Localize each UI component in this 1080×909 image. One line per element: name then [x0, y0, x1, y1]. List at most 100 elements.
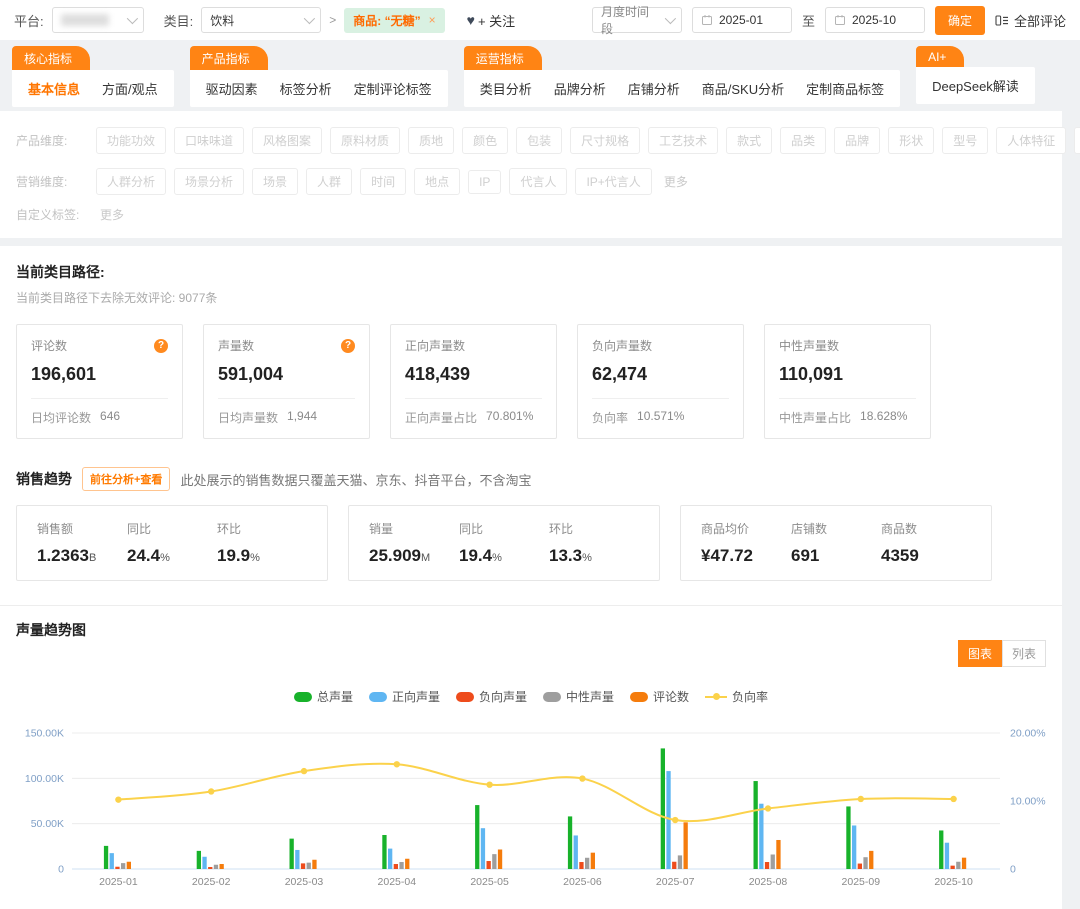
follow-button[interactable]: ♥ + 关注 — [467, 11, 516, 30]
svg-text:2025-01: 2025-01 — [99, 876, 138, 888]
legend-item-neutral[interactable]: 中性声量 — [543, 688, 614, 705]
metric-value: 110,091 — [779, 364, 916, 399]
legend-item-negative-rate[interactable]: 负向率 — [705, 688, 768, 705]
filter-chip[interactable]: 工艺技术 — [648, 127, 718, 154]
metric-value: 418,439 — [405, 364, 542, 399]
main-panel: 当前类目路径: 当前类目路径下去除无效评论: 9077条 评论数 ? 196,6… — [0, 246, 1062, 909]
metric-value: 62,474 — [592, 364, 729, 399]
filter-chip[interactable]: 人体特征 — [996, 127, 1066, 154]
analytics-dashboard: 平台: 类目: 饮料 > 商品: “无糖” × ♥ + 关注 月度时间段 202… — [0, 0, 1080, 785]
legend-item-negative[interactable]: 负向声量 — [456, 688, 527, 705]
filter-chip[interactable]: 包装 — [516, 127, 562, 154]
metric-footer-label: 日均声量数 — [218, 409, 278, 426]
legend-item-comments[interactable]: 评论数 — [630, 688, 689, 705]
period-select[interactable]: 月度时间段 — [592, 7, 682, 33]
legend-item-positive[interactable]: 正向声量 — [369, 688, 440, 705]
tab-driving-factors[interactable]: 驱动因素 — [206, 79, 258, 98]
legend-item-total[interactable]: 总声量 — [294, 688, 353, 705]
sales-value: 691 — [791, 546, 819, 565]
date-to-input[interactable]: 2025-10 — [825, 7, 925, 33]
all-comments-button[interactable]: 全部评论 — [995, 11, 1066, 30]
svg-text:0: 0 — [1010, 864, 1016, 876]
sales-value: 4359 — [881, 546, 919, 565]
filter-chip[interactable]: 型号 — [942, 127, 988, 154]
confirm-button[interactable]: 确定 — [935, 6, 985, 35]
sales-card-revenue: 销售额 1.2363B 同比 24.4% 环比 19.9% — [16, 505, 328, 581]
filter-chip[interactable]: 代言人 — [509, 168, 567, 195]
filter-chip[interactable]: 原料材质 — [330, 127, 400, 154]
metric-title: 正向声量数 — [405, 337, 465, 354]
sales-label: 同比 — [127, 520, 217, 537]
heart-icon: ♥ — [467, 12, 475, 28]
filter-chip[interactable]: 场景分析 — [174, 168, 244, 195]
filter-chip[interactable]: IP — [468, 170, 501, 194]
keyword-tag-label: 商品: “无糖” — [353, 12, 420, 29]
sales-value: 1.2363 — [37, 546, 89, 565]
toggle-list-view[interactable]: 列表 — [1002, 640, 1046, 667]
filter-chip[interactable]: 尺寸规格 — [570, 127, 640, 154]
legend-label: 总声量 — [317, 688, 353, 705]
date-from-input[interactable]: 2025-01 — [692, 7, 792, 33]
tab-category-analysis[interactable]: 类目分析 — [480, 79, 532, 98]
sales-unit: % — [582, 552, 592, 564]
filter-chip[interactable]: 款式 — [726, 127, 772, 154]
help-icon[interactable]: ? — [154, 339, 168, 353]
filter-chip[interactable]: 地点 — [414, 168, 460, 195]
toggle-chart-view[interactable]: 图表 — [958, 640, 1002, 667]
filter-chip[interactable]: 美食 — [1074, 127, 1080, 154]
filter-chip[interactable]: 风格图案 — [252, 127, 322, 154]
tab-aspect-opinion[interactable]: 方面/观点 — [102, 79, 158, 98]
svg-text:50.00K: 50.00K — [31, 818, 64, 830]
nav-badge-ai: AI+ — [916, 46, 964, 67]
filter-chip[interactable]: 场景 — [252, 168, 298, 195]
category-path-title: 当前类目路径: — [16, 262, 1046, 282]
category-select[interactable]: 饮料 — [201, 7, 321, 33]
tab-label-analysis[interactable]: 标签分析 — [280, 79, 332, 98]
sales-card-units: 销量 25.909M 同比 19.4% 环比 13.3% — [348, 505, 660, 581]
svg-text:2025-02: 2025-02 — [192, 876, 231, 888]
filter-label: 产品维度: — [16, 132, 88, 149]
go-analyze-button[interactable]: 前往分析+查看 — [82, 467, 170, 491]
tab-sku-analysis[interactable]: 商品/SKU分析 — [702, 79, 784, 98]
date-to-label: 至 — [802, 11, 815, 30]
help-icon[interactable]: ? — [341, 339, 355, 353]
filter-row-product: 产品维度: 功能功效 口味味道 风格图案 原料材质 质地 颜色 包装 尺寸规格 … — [16, 123, 1046, 157]
filter-chip[interactable]: 品牌 — [834, 127, 880, 154]
tab-brand-analysis[interactable]: 品牌分析 — [554, 79, 606, 98]
filter-chip[interactable]: 形状 — [888, 127, 934, 154]
category-path-subtitle: 当前类目路径下去除无效评论: 9077条 — [16, 289, 1046, 306]
nav-badge-operation: 运营指标 — [464, 46, 542, 70]
close-icon[interactable]: × — [429, 13, 436, 27]
tab-deepseek[interactable]: DeepSeek解读 — [932, 76, 1019, 95]
volume-trend-chart: 150.00K100.00K50.00K020.00%10.00%02025-0… — [16, 721, 1046, 893]
filter-chip[interactable]: 人群分析 — [96, 168, 166, 195]
svg-text:2025-05: 2025-05 — [470, 876, 509, 888]
sales-label: 店铺数 — [791, 520, 881, 537]
filter-chip[interactable]: 功能功效 — [96, 127, 166, 154]
tab-shop-analysis[interactable]: 店铺分析 — [628, 79, 680, 98]
more-link[interactable]: 更多 — [100, 206, 124, 223]
calendar-icon — [701, 14, 713, 26]
toolbar-right: 月度时间段 2025-01 至 2025-10 确定 全部评论 — [592, 6, 1066, 35]
metric-card-volume: 声量数 ? 591,004 日均声量数 1,944 — [203, 324, 370, 439]
tab-custom-product-labels[interactable]: 定制商品标签 — [806, 79, 884, 98]
filter-chip[interactable]: 品类 — [780, 127, 826, 154]
filter-label: 自定义标签: — [16, 206, 88, 223]
tab-custom-review-labels[interactable]: 定制评论标签 — [354, 79, 432, 98]
sales-unit: M — [421, 552, 430, 564]
nav-box-operation: 类目分析 品牌分析 店铺分析 商品/SKU分析 定制商品标签 — [464, 70, 900, 107]
legend-swatch — [543, 692, 561, 702]
filter-chip[interactable]: IP+代言人 — [575, 168, 651, 195]
legend-swatch — [294, 692, 312, 702]
nav-box-core: 基本信息 方面/观点 — [12, 70, 174, 107]
filter-chip[interactable]: 口味味道 — [174, 127, 244, 154]
platform-select[interactable] — [52, 7, 144, 33]
filter-chip[interactable]: 质地 — [408, 127, 454, 154]
filter-chip[interactable]: 时间 — [360, 168, 406, 195]
keyword-tag[interactable]: 商品: “无糖” × — [344, 8, 444, 33]
filter-chip[interactable]: 人群 — [306, 168, 352, 195]
more-link[interactable]: 更多 — [664, 173, 688, 190]
filter-chip[interactable]: 颜色 — [462, 127, 508, 154]
tab-basic-info[interactable]: 基本信息 — [28, 79, 80, 98]
legend-label: 中性声量 — [566, 688, 614, 705]
